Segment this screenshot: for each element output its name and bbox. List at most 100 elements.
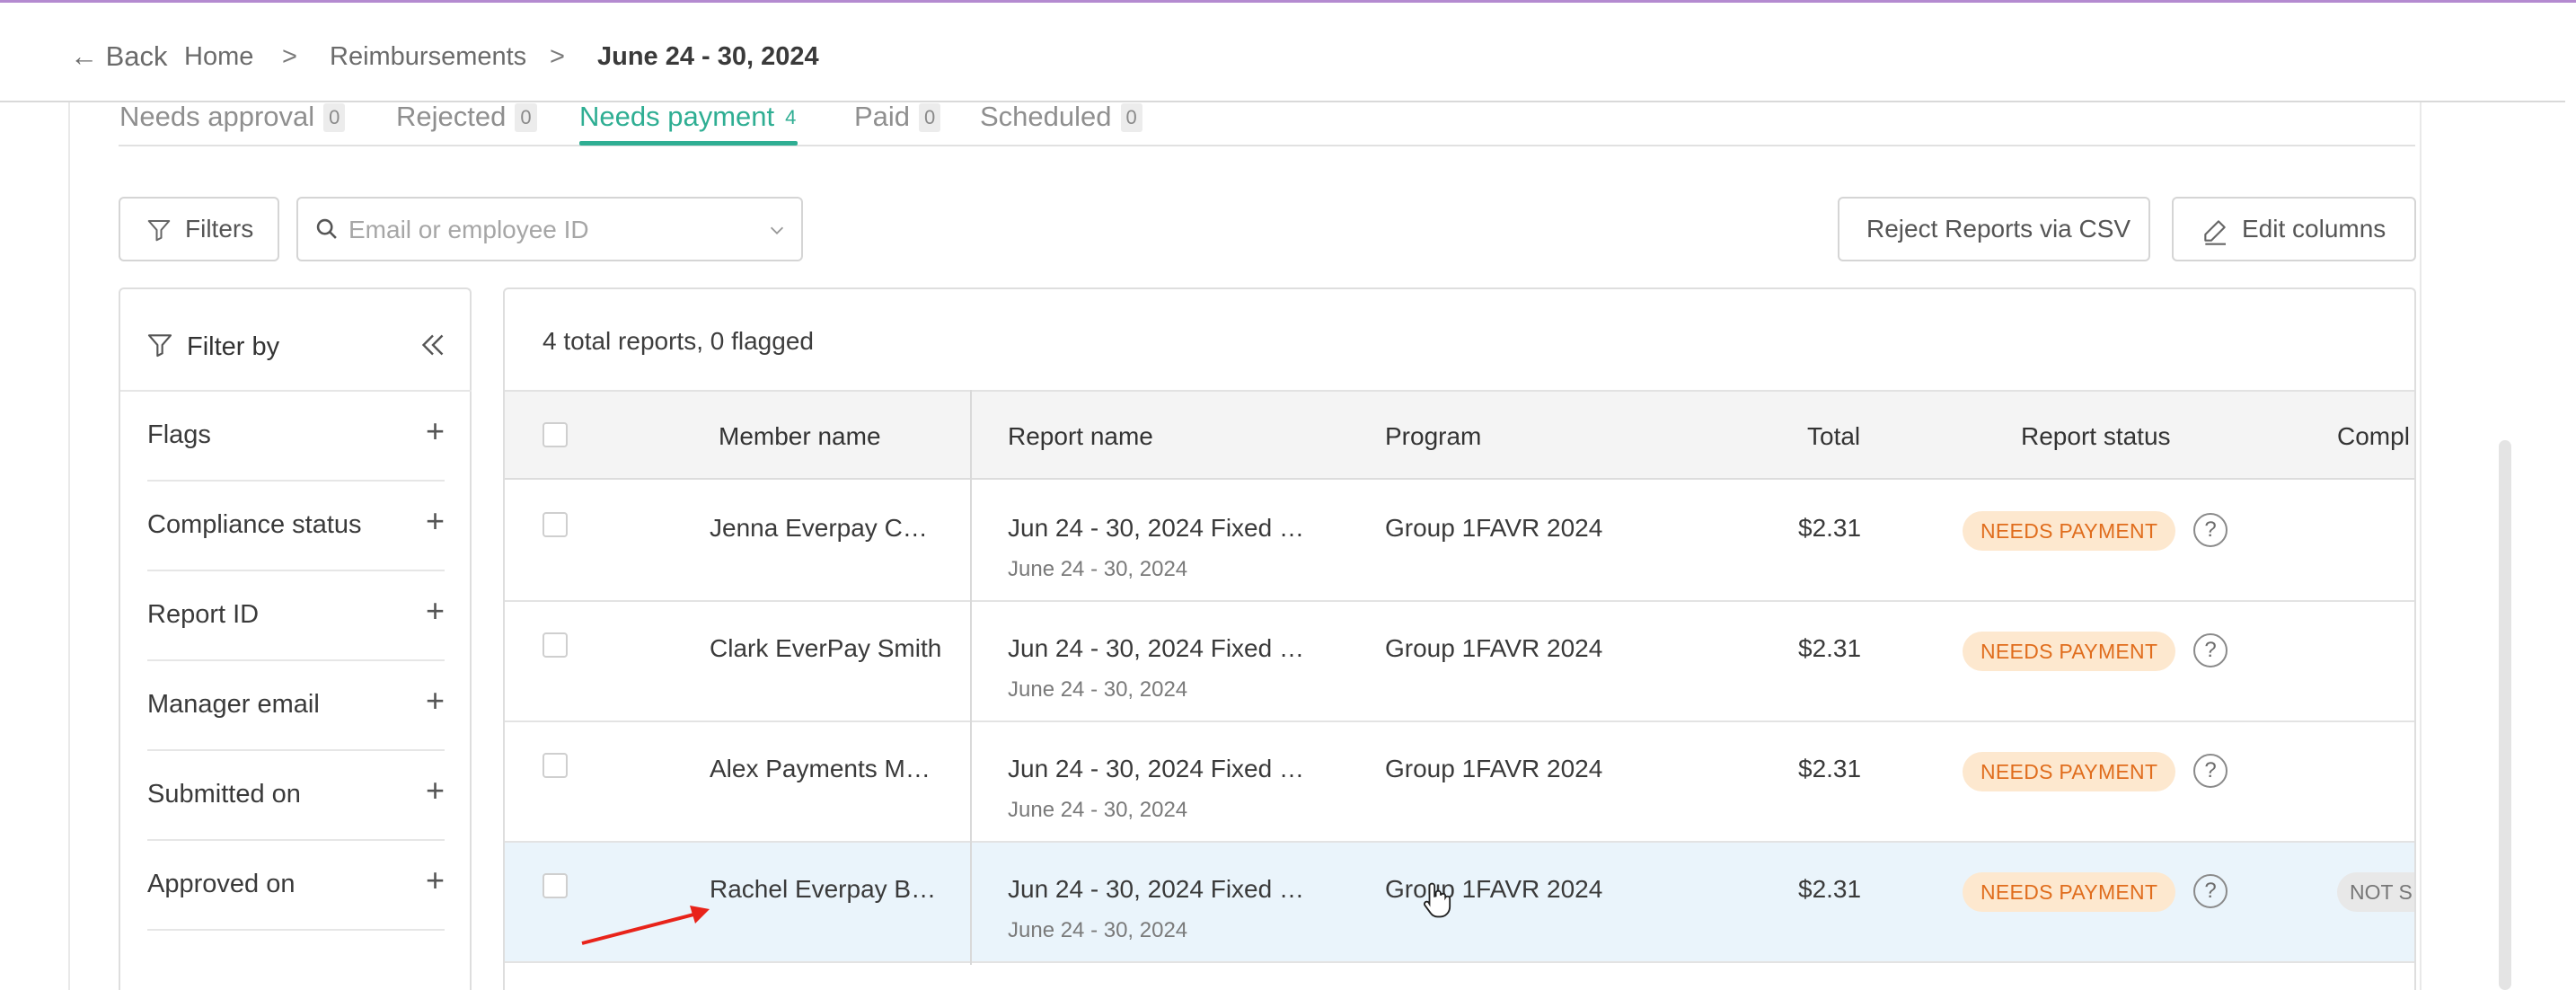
- plus-icon[interactable]: +: [426, 773, 445, 809]
- status-badge: NEEDS PAYMENT: [1963, 632, 2176, 671]
- reject-reports-csv-button[interactable]: Reject Reports via CSV: [1838, 197, 2150, 261]
- program-cell: Group 1FAVR 2024: [1385, 514, 1603, 542]
- collapse-icon[interactable]: [417, 329, 449, 361]
- chevron-down-icon[interactable]: [767, 220, 787, 240]
- help-icon[interactable]: ?: [2193, 513, 2228, 547]
- report-period-cell: June 24 - 30, 2024: [1008, 798, 1188, 822]
- breadcrumb-separator: >: [550, 42, 565, 71]
- tab-needs-payment[interactable]: Needs payment 4: [579, 99, 798, 146]
- filters-label: Filters: [185, 215, 254, 243]
- breadcrumb-home[interactable]: Home: [184, 39, 253, 75]
- tab-count: 0: [919, 103, 941, 132]
- report-name-cell[interactable]: Jun 24 - 30, 2024 Fixed …: [1008, 871, 1304, 907]
- row-checkbox[interactable]: [543, 753, 568, 778]
- tab-label: Needs payment: [579, 101, 775, 132]
- tab-count: 4: [785, 106, 797, 128]
- tab-label: Paid: [854, 101, 911, 132]
- tab-count: 0: [323, 103, 346, 132]
- search-input[interactable]: [348, 211, 744, 249]
- filter-item-approved-on[interactable]: Approved on +: [147, 841, 445, 931]
- filter-item-flags[interactable]: Flags +: [147, 392, 445, 482]
- breadcrumb-current: June 24 - 30, 2024: [597, 42, 819, 71]
- filter-icon: [147, 220, 171, 242]
- row-checkbox[interactable]: [543, 512, 568, 537]
- filter-item-label: Submitted on: [147, 780, 301, 809]
- status-badge: NEEDS PAYMENT: [1963, 752, 2176, 791]
- page: ← Back Home > Reimbursements > June 24 -…: [0, 0, 2576, 990]
- table-row[interactable]: Alex Payments M… Jun 24 - 30, 2024 Fixed…: [505, 722, 2414, 843]
- filter-item-compliance-status[interactable]: Compliance status +: [147, 482, 445, 571]
- report-period-cell: June 24 - 30, 2024: [1008, 557, 1188, 581]
- hand-cursor-icon: [1423, 882, 1451, 918]
- edit-columns-label: Edit columns: [2242, 215, 2386, 243]
- search-field[interactable]: [296, 197, 803, 261]
- filter-item-label: Compliance status: [147, 510, 362, 539]
- page-header: ← Back Home > Reimbursements > June 24 -…: [0, 3, 2565, 102]
- total-cell: $2.31: [1798, 755, 1862, 782]
- row-checkbox[interactable]: [543, 632, 568, 658]
- page-scrollbar[interactable]: [2499, 440, 2511, 990]
- column-header-report-status[interactable]: Report status: [2021, 419, 2171, 455]
- filter-icon: [147, 334, 172, 358]
- tab-rejected[interactable]: Rejected 0: [396, 99, 537, 146]
- column-header-report-name[interactable]: Report name: [1008, 419, 1153, 455]
- filter-item-label: Flags: [147, 420, 211, 449]
- program-cell: Group 1FAVR 2024: [1385, 634, 1603, 662]
- report-name-cell[interactable]: Jun 24 - 30, 2024 Fixed …: [1008, 751, 1304, 787]
- report-name-cell[interactable]: Jun 24 - 30, 2024 Fixed …: [1008, 510, 1304, 546]
- member-name-cell[interactable]: Jenna Everpay C…: [710, 510, 928, 546]
- tab-label: Needs approval: [119, 101, 315, 132]
- breadcrumb-reimbursements[interactable]: Reimbursements: [330, 39, 526, 75]
- reports-table-panel: 4 total reports, 0 flagged Member name R…: [503, 287, 2416, 990]
- plus-icon[interactable]: +: [426, 862, 445, 898]
- column-header-member-name[interactable]: Member name: [719, 419, 881, 455]
- plus-icon[interactable]: +: [426, 593, 445, 629]
- program-cell: Group 1FAVR 2024: [1385, 755, 1603, 782]
- status-badge: NEEDS PAYMENT: [1963, 872, 2176, 912]
- total-cell: $2.31: [1798, 634, 1862, 662]
- reports-summary: 4 total reports, 0 flagged: [543, 327, 814, 355]
- tab-count: 0: [1120, 103, 1142, 132]
- table-row[interactable]: Clark EverPay Smith Jun 24 - 30, 2024 Fi…: [505, 602, 2414, 722]
- column-header-compliance[interactable]: Compl: [2337, 419, 2410, 455]
- member-name-cell[interactable]: Alex Payments M…: [710, 751, 931, 787]
- table-header: Member name Report name Program Total Re…: [505, 390, 2414, 480]
- status-badge: NEEDS PAYMENT: [1963, 511, 2176, 551]
- column-header-total[interactable]: Total: [1807, 419, 1860, 455]
- reject-reports-csv-label: Reject Reports via CSV: [1866, 215, 2131, 243]
- tab-label: Rejected: [396, 101, 507, 132]
- filter-item-label: Report ID: [147, 600, 260, 629]
- plus-icon[interactable]: +: [426, 683, 445, 719]
- row-checkbox[interactable]: [543, 873, 568, 898]
- select-all-checkbox[interactable]: [543, 422, 568, 447]
- plus-icon[interactable]: +: [426, 413, 445, 449]
- tab-needs-approval[interactable]: Needs approval 0: [119, 99, 346, 146]
- column-header-program[interactable]: Program: [1385, 419, 1481, 455]
- member-name-cell[interactable]: Rachel Everpay B…: [710, 871, 936, 907]
- filter-item-report-id[interactable]: Report ID +: [147, 571, 445, 661]
- filter-item-manager-email[interactable]: Manager email +: [147, 661, 445, 751]
- filter-item-submitted-on[interactable]: Submitted on +: [147, 751, 445, 841]
- back-link[interactable]: ← Back: [70, 39, 168, 75]
- table-row[interactable]: Jenna Everpay C… Jun 24 - 30, 2024 Fixed…: [505, 482, 2414, 602]
- frozen-column-divider: [970, 390, 972, 965]
- help-icon[interactable]: ?: [2193, 633, 2228, 667]
- tab-paid[interactable]: Paid 0: [854, 99, 941, 146]
- filter-item-label: Manager email: [147, 690, 320, 719]
- annotation-arrow-icon: [581, 906, 710, 945]
- report-period-cell: June 24 - 30, 2024: [1008, 918, 1188, 942]
- plus-icon[interactable]: +: [426, 503, 445, 539]
- tab-scheduled[interactable]: Scheduled 0: [980, 99, 1142, 146]
- member-name-cell[interactable]: Clark EverPay Smith: [710, 631, 941, 667]
- help-icon[interactable]: ?: [2193, 754, 2228, 788]
- edit-columns-button[interactable]: Edit columns: [2172, 197, 2416, 261]
- filter-panel-title: Filter by: [187, 332, 280, 361]
- total-cell: $2.31: [1798, 875, 1862, 903]
- search-icon: [316, 218, 337, 239]
- help-icon[interactable]: ?: [2193, 874, 2228, 908]
- filters-button[interactable]: Filters: [119, 197, 279, 261]
- filter-panel: Filter by Flags + Compliance status + Re…: [119, 287, 472, 990]
- table-row[interactable]: Rachel Everpay B… Jun 24 - 30, 2024 Fixe…: [505, 843, 2414, 963]
- compliance-badge: NOT S: [2337, 872, 2414, 912]
- report-name-cell[interactable]: Jun 24 - 30, 2024 Fixed …: [1008, 631, 1304, 667]
